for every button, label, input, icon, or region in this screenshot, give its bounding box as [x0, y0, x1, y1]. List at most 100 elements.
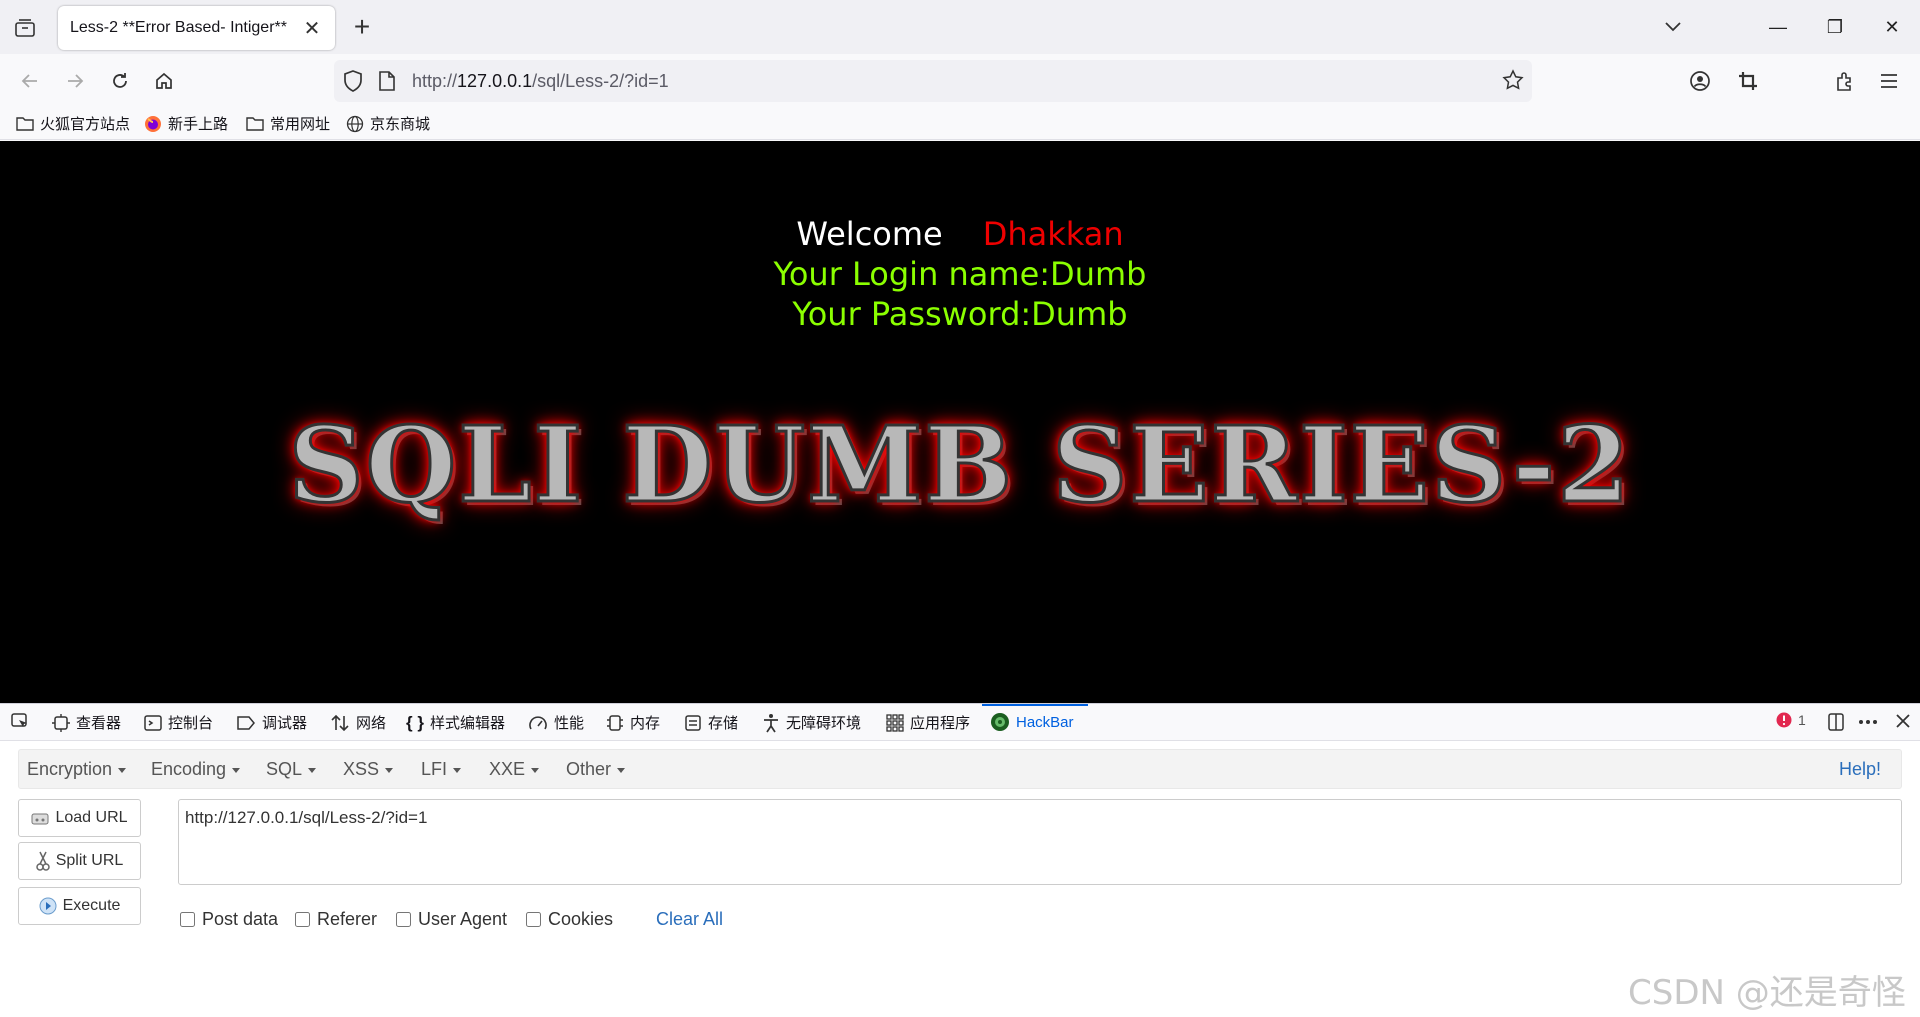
extensions-icon[interactable] — [1830, 66, 1860, 96]
devtools-toolbar: 查看器 控制台 调试器 网络 { } 样式编辑器 性能 内存 存储 无障碍环境 … — [0, 703, 1920, 741]
menu-sql[interactable]: SQL — [266, 759, 317, 780]
post-data-checkbox[interactable]: Post data — [180, 909, 278, 930]
pick-element-icon[interactable] — [10, 712, 30, 732]
menu-encoding[interactable]: Encoding — [151, 759, 241, 780]
sqli-banner-image: SQLI DUMB SERIES-2 — [0, 402, 1920, 528]
split-url-button[interactable]: Split URL — [18, 842, 141, 880]
checkbox[interactable] — [396, 912, 411, 927]
cookies-checkbox[interactable]: Cookies — [526, 909, 613, 930]
checkbox[interactable] — [180, 912, 195, 927]
active-tab[interactable]: Less-2 **Error Based- Intiger** ✕ — [58, 6, 335, 50]
bookmark-getting-started[interactable]: 新手上路 — [144, 113, 228, 134]
tab-label: 查看器 — [76, 715, 122, 732]
load-url-icon — [31, 813, 49, 825]
tab-label: 性能 — [554, 715, 585, 732]
style-editor-icon: { } — [406, 712, 424, 732]
reload-icon[interactable] — [105, 66, 135, 96]
back-icon[interactable] — [15, 66, 45, 96]
minimize-button[interactable]: — — [1758, 10, 1798, 44]
folder-icon — [16, 117, 34, 131]
devtools-tab-performance[interactable]: 性能 — [528, 712, 584, 733]
close-window-button[interactable]: ✕ — [1872, 10, 1912, 44]
url-text[interactable]: http://127.0.0.1/sql/Less-2/?id=1 — [412, 71, 669, 92]
devtools-tab-storage[interactable]: 存储 — [684, 712, 738, 733]
folder-icon — [246, 117, 264, 131]
dock-icon[interactable] — [1826, 712, 1846, 732]
checkbox[interactable] — [295, 912, 310, 927]
accessibility-icon — [764, 713, 778, 732]
devtools-tab-inspector[interactable]: 查看器 — [52, 712, 121, 733]
close-devtools-icon[interactable] — [1894, 712, 1912, 730]
help-link[interactable]: Help! — [1839, 759, 1881, 780]
devtools-tab-memory[interactable]: 内存 — [606, 712, 660, 733]
checkbox[interactable] — [526, 912, 541, 927]
menu-xss[interactable]: XSS — [343, 759, 394, 780]
forward-icon[interactable] — [60, 66, 90, 96]
menu-label: SQL — [266, 759, 303, 779]
button-label: Split URL — [55, 852, 124, 869]
tab-close-icon[interactable]: ✕ — [301, 16, 323, 41]
error-count: 1 — [1798, 712, 1806, 728]
console-icon — [144, 714, 162, 731]
more-options-icon[interactable] — [1858, 712, 1878, 732]
caret-down-icon — [385, 767, 394, 773]
caret-down-icon — [453, 767, 462, 773]
devtools-tab-accessibility[interactable]: 无障碍环境 — [762, 712, 861, 733]
devtools-tab-hackbar[interactable]: HackBar — [990, 712, 1074, 732]
hackbar-menu: Encryption Encoding SQL XSS LFI XXE Othe… — [18, 749, 1902, 789]
error-count-badge[interactable]: 1 — [1776, 712, 1806, 728]
tab-label: 无障碍环境 — [786, 715, 862, 732]
crop-icon[interactable] — [1733, 66, 1763, 96]
menu-lfi[interactable]: LFI — [421, 759, 462, 780]
page-icon[interactable] — [378, 70, 396, 97]
user-agent-checkbox[interactable]: User Agent — [396, 909, 507, 930]
devtools-tab-style-editor[interactable]: { } 样式编辑器 — [406, 712, 505, 733]
bookmark-label: 新手上路 — [168, 116, 229, 133]
hackbar-url-input[interactable]: http://127.0.0.1/sql/Less-2/?id=1 — [178, 799, 1902, 885]
bookmark-jd[interactable]: 京东商城 — [346, 113, 430, 134]
firefox-icon — [145, 115, 161, 132]
home-icon[interactable] — [149, 66, 179, 96]
url-path: /sql/Less-2/?id=1 — [532, 71, 669, 91]
devtools-tab-application[interactable]: 应用程序 — [886, 712, 970, 733]
devtools-tab-debugger[interactable]: 调试器 — [236, 712, 307, 733]
bookmark-folder-common[interactable]: 常用网址 — [246, 113, 330, 134]
menu-other[interactable]: Other — [566, 759, 626, 780]
caret-down-icon — [308, 767, 317, 773]
bookmark-folder-firefox[interactable]: 火狐官方站点 — [16, 113, 130, 134]
tab-label: 控制台 — [168, 715, 214, 732]
memory-icon — [607, 714, 623, 731]
hackbar-icon — [991, 713, 1009, 731]
login-name-text: Your Login name:Dumb — [773, 255, 1147, 293]
url-prefix: http:// — [412, 71, 458, 91]
execute-button[interactable]: Execute — [18, 887, 141, 925]
devtools-tab-network[interactable]: 网络 — [330, 712, 386, 733]
caret-down-icon — [118, 767, 127, 773]
url-bar[interactable]: http://127.0.0.1/sql/Less-2/?id=1 — [334, 60, 1532, 102]
menu-label: LFI — [421, 759, 448, 779]
tab-label: 调试器 — [262, 715, 308, 732]
devtools-tab-console[interactable]: 控制台 — [144, 712, 213, 733]
menu-label: Other — [566, 759, 612, 779]
application-icon — [886, 713, 904, 732]
menu-encryption[interactable]: Encryption — [27, 759, 127, 780]
clear-all-link[interactable]: Clear All — [656, 909, 723, 930]
tab-title: Less-2 **Error Based- Intiger** — [70, 19, 287, 36]
new-tab-button[interactable]: + — [348, 12, 376, 42]
banner-text: SQLI DUMB SERIES-2 — [287, 402, 1632, 528]
menu-icon[interactable] — [1874, 66, 1904, 96]
referer-checkbox[interactable]: Referer — [295, 909, 377, 930]
checkbox-label: User Agent — [418, 909, 508, 929]
chevron-down-icon[interactable] — [1660, 14, 1686, 40]
checkbox-label: Post data — [202, 909, 279, 929]
bookmark-label: 京东商城 — [370, 116, 431, 133]
password-text: Your Password:Dumb — [792, 295, 1128, 333]
shield-icon[interactable] — [342, 69, 364, 98]
restore-button[interactable]: ❐ — [1815, 10, 1855, 44]
load-url-button[interactable]: Load URL — [18, 799, 141, 837]
tab-list-icon[interactable] — [10, 15, 40, 41]
caret-down-icon — [531, 767, 540, 773]
account-icon[interactable] — [1685, 66, 1715, 96]
star-icon[interactable] — [1502, 69, 1524, 96]
menu-xxe[interactable]: XXE — [489, 759, 540, 780]
